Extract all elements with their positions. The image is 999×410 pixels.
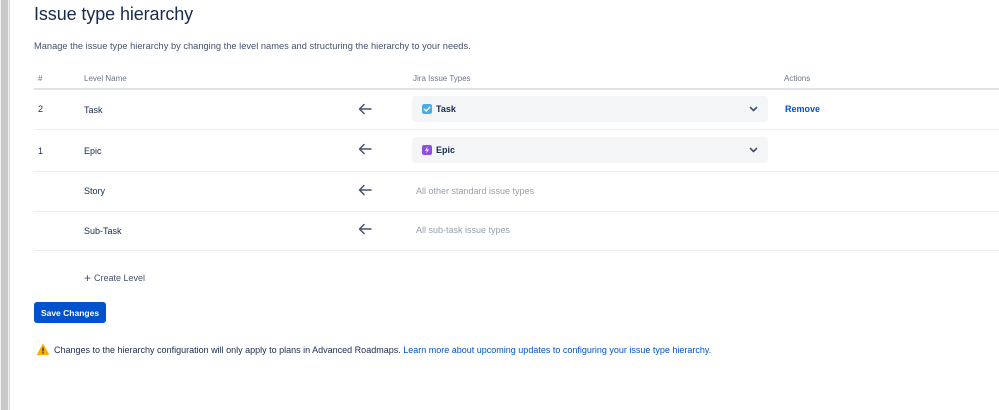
chevron-down-icon[interactable]	[749, 105, 758, 113]
header-number: #	[38, 74, 43, 83]
level-name[interactable]: Sub-Task	[84, 226, 122, 236]
row-divider	[34, 250, 999, 251]
table-header: # Level Name Jira Issue Types Actions	[0, 74, 999, 88]
page-title: Issue type hierarchy	[34, 4, 194, 24]
issue-type-select-task[interactable]: Task	[412, 96, 768, 122]
create-level-button[interactable]: + Create Level	[84, 270, 146, 285]
notice-text: Changes to the hierarchy configuration w…	[54, 345, 711, 355]
table-row: Sub-Task All sub-task issue types	[34, 212, 999, 251]
chevron-down-icon[interactable]	[749, 146, 758, 154]
select-value: Epic	[436, 145, 456, 155]
task-checkbox-icon	[422, 104, 432, 114]
left-scrollbar[interactable]	[0, 0, 10, 410]
warning-icon	[37, 344, 49, 355]
arrow-left-icon	[358, 143, 372, 155]
arrow-left-icon	[358, 223, 372, 235]
level-name[interactable]: Epic	[84, 146, 102, 156]
header-jira-issue-types: Jira Issue Types	[413, 74, 471, 83]
arrow-left-icon	[358, 184, 372, 196]
issue-types-text: All other standard issue types	[416, 186, 535, 196]
scrollbar-thumb[interactable]	[1, 0, 8, 410]
level-name[interactable]: Story	[84, 186, 105, 196]
header-actions: Actions	[784, 74, 811, 83]
table-row: 2 Task Task Remove	[34, 90, 999, 130]
level-name[interactable]: Task	[84, 105, 103, 115]
header-level-name: Level Name	[84, 74, 127, 83]
remove-button[interactable]: Remove	[785, 104, 820, 114]
page-description: Manage the issue type hierarchy by chang…	[34, 41, 471, 51]
issue-type-select-epic[interactable]: Epic	[412, 137, 768, 163]
notice-message: Changes to the hierarchy configuration w…	[54, 345, 401, 355]
arrow-left-icon	[358, 103, 372, 115]
issue-types-text: All sub-task issue types	[416, 225, 511, 235]
epic-lightning-icon	[422, 145, 432, 155]
row-number: 2	[38, 104, 44, 114]
table-row: Story All other standard issue types	[34, 172, 999, 212]
plus-icon: +	[84, 271, 92, 285]
row-number: 1	[38, 146, 44, 156]
create-level-label: Create Level	[94, 273, 146, 283]
learn-more-link[interactable]: Learn more about upcoming updates to con…	[403, 345, 711, 355]
table-row: 1 Epic Epic	[34, 130, 999, 172]
select-value: Task	[436, 104, 456, 114]
save-changes-button[interactable]: Save Changes	[34, 302, 106, 323]
